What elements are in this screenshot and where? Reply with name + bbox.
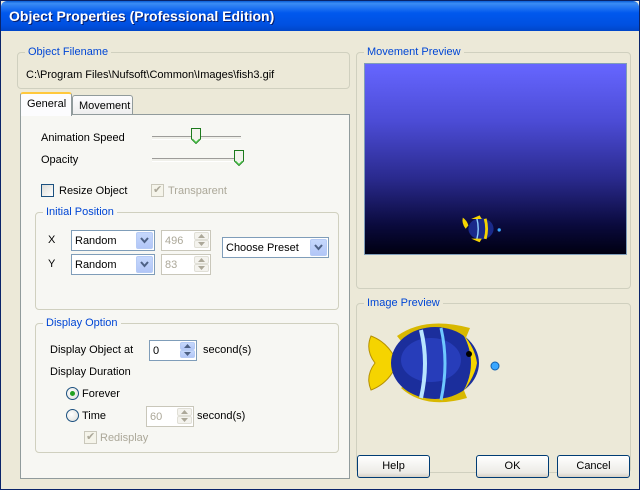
forever-radio[interactable] (66, 387, 79, 400)
tab-general-label: General (27, 98, 67, 110)
fish-icon (368, 323, 500, 403)
display-option-label: Display Option (43, 317, 121, 329)
redisplay-label: Redisplay (100, 432, 149, 444)
radio-selected-icon (70, 391, 75, 396)
y-mode-value: Random (75, 259, 117, 271)
chevron-down-icon[interactable] (136, 232, 153, 249)
checkmark-icon: ✔ (153, 184, 163, 196)
spinner-down-icon[interactable] (194, 264, 209, 272)
object-filename-label: Object Filename (25, 46, 112, 58)
y-label: Y (48, 258, 56, 270)
x-mode-value: Random (75, 235, 117, 247)
movement-preview-canvas (364, 63, 627, 255)
preset-dropdown[interactable]: Choose Preset (222, 237, 329, 258)
spinner-down-icon[interactable] (177, 416, 192, 424)
image-preview-group: Image Preview (356, 297, 631, 473)
initial-position-label: Initial Position (43, 206, 117, 218)
fish-small-icon (462, 215, 501, 243)
cancel-button[interactable]: Cancel (557, 455, 630, 478)
x-value: 496 (165, 235, 184, 247)
general-tab-panel: Animation Speed Opacity Resize Object ✔ … (20, 114, 350, 479)
x-label: X (48, 234, 56, 246)
transparent-checkbox[interactable]: ✔ (151, 184, 164, 197)
dialog-client: Object Filename C:\Program Files\Nufsoft… (4, 31, 636, 487)
object-filename-group: Object Filename C:\Program Files\Nufsoft… (17, 46, 350, 89)
time-radio[interactable] (66, 409, 79, 422)
preset-value: Choose Preset (226, 242, 299, 254)
spinner-down-icon[interactable] (180, 350, 195, 358)
y-value: 83 (165, 259, 178, 271)
resize-object-label: Resize Object (59, 185, 128, 197)
forever-label: Forever (82, 388, 120, 400)
display-option-group: Display Option Display Object at 0 secon… (35, 317, 339, 453)
display-object-at-spinner[interactable]: 0 (149, 340, 197, 361)
cancel-button-label: Cancel (576, 460, 611, 472)
display-duration-label: Display Duration (50, 366, 131, 378)
time-label: Time (82, 410, 107, 422)
display-object-at-unit: second(s) (203, 344, 252, 356)
movement-preview-label: Movement Preview (364, 46, 464, 58)
resize-object-checkbox[interactable] (41, 184, 54, 197)
window-title: Object Properties (Professional Edition) (9, 8, 275, 24)
title-bar[interactable]: Object Properties (Professional Edition) (1, 1, 639, 31)
chevron-down-icon[interactable] (310, 239, 327, 256)
y-value-spinner[interactable]: 83 (161, 254, 211, 275)
tab-general[interactable]: General (20, 92, 72, 116)
x-value-spinner[interactable]: 496 (161, 230, 211, 251)
opacity-slider-track[interactable] (152, 158, 241, 162)
opacity-label: Opacity (41, 154, 79, 166)
initial-position-group: Initial Position X Random 496 Y Random 8… (35, 206, 339, 310)
chevron-down-icon[interactable] (136, 256, 153, 273)
spinner-down-icon[interactable] (194, 240, 209, 248)
help-button[interactable]: Help (357, 455, 430, 478)
y-mode-dropdown[interactable]: Random (71, 254, 155, 275)
time-spinner[interactable]: 60 (146, 406, 194, 427)
dialog-window: Object Properties (Professional Edition)… (0, 0, 640, 490)
spinner-up-icon[interactable] (177, 408, 192, 416)
opacity-slider-thumb[interactable] (234, 150, 244, 167)
display-object-at-label: Display Object at (50, 344, 134, 356)
help-button-label: Help (382, 460, 405, 472)
transparent-label: Transparent (168, 185, 227, 197)
tab-movement-label: Movement (79, 100, 131, 112)
time-value: 60 (150, 411, 163, 423)
spinner-up-icon[interactable] (180, 342, 195, 350)
display-object-at-value: 0 (153, 345, 160, 357)
object-filename-path: C:\Program Files\Nufsoft\Common\Images\f… (26, 69, 275, 81)
redisplay-checkbox[interactable]: ✔ (84, 431, 97, 444)
spinner-up-icon[interactable] (194, 256, 209, 264)
x-mode-dropdown[interactable]: Random (71, 230, 155, 251)
time-unit: second(s) (197, 410, 246, 422)
animation-speed-label: Animation Speed (41, 132, 125, 144)
animation-speed-slider-thumb[interactable] (191, 128, 201, 145)
spinner-up-icon[interactable] (194, 232, 209, 240)
image-preview-label: Image Preview (364, 297, 443, 309)
checkmark-icon: ✔ (86, 431, 96, 443)
ok-button[interactable]: OK (476, 455, 549, 478)
ok-button-label: OK (504, 460, 521, 472)
